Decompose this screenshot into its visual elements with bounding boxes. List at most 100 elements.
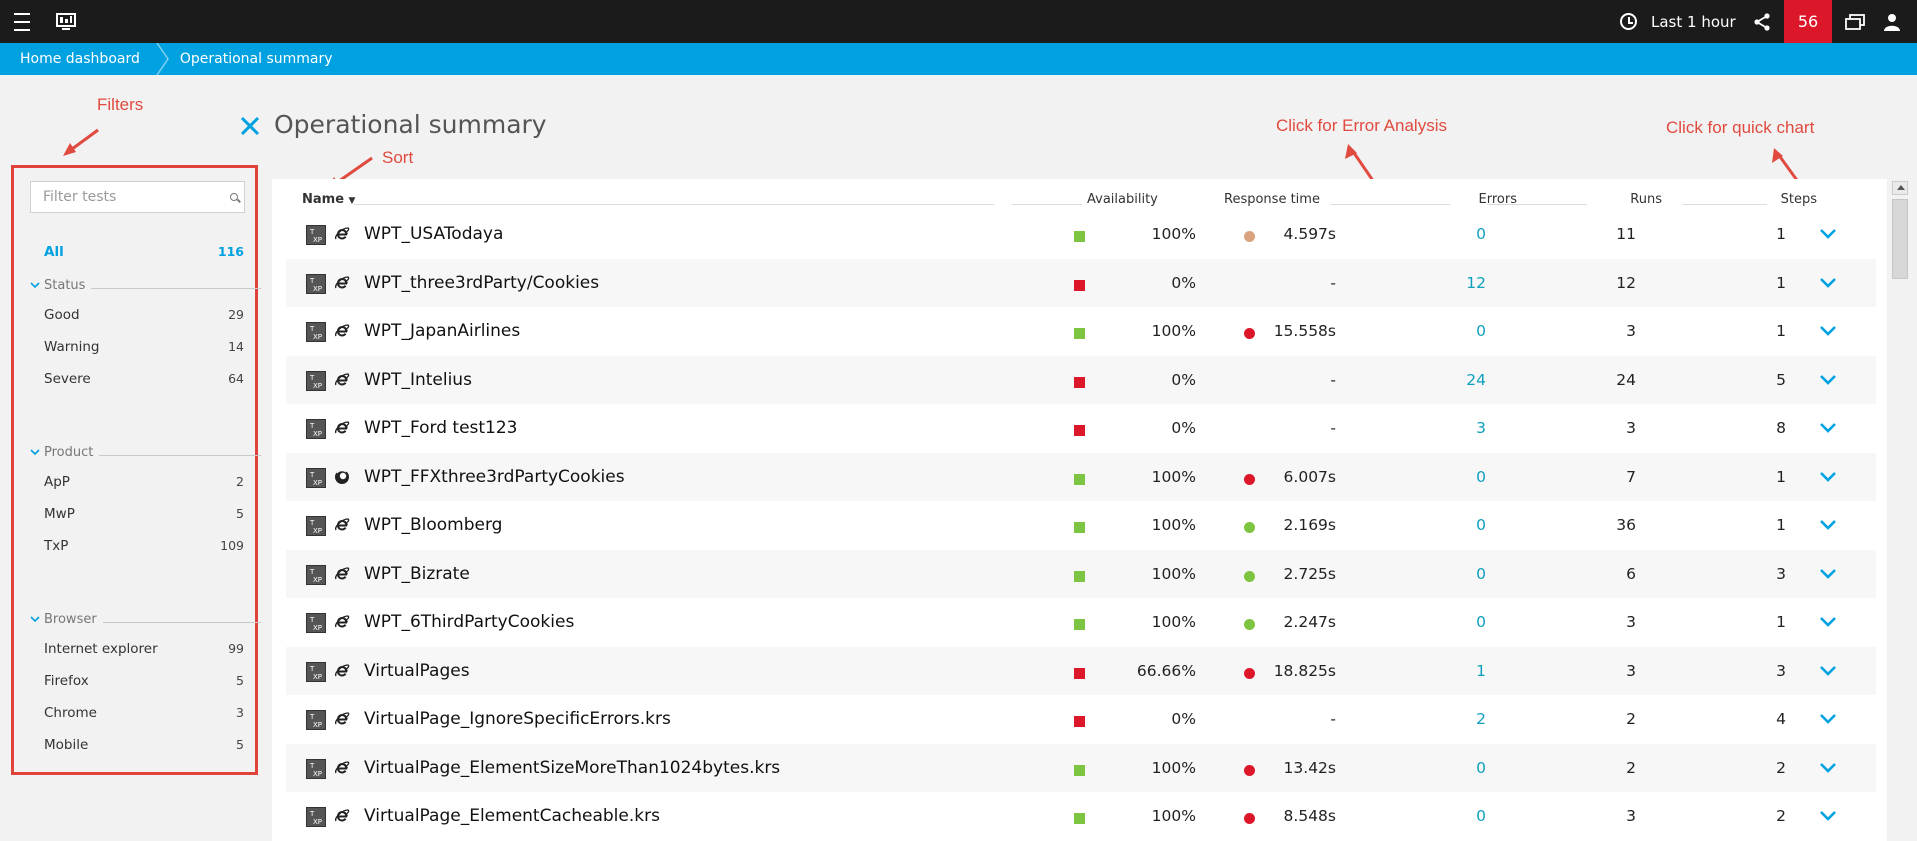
chevron-down-icon[interactable] bbox=[1818, 324, 1838, 338]
scroll-up-arrow-icon[interactable] bbox=[1892, 181, 1908, 195]
test-name[interactable]: WPT_6ThirdPartyCookies bbox=[364, 612, 574, 632]
close-icon[interactable] bbox=[240, 116, 260, 136]
scroll-thumb[interactable] bbox=[1892, 199, 1908, 279]
chevron-down-icon[interactable] bbox=[1818, 664, 1838, 678]
test-name[interactable]: WPT_Bizrate bbox=[364, 564, 470, 584]
errors-link[interactable]: 0 bbox=[1386, 322, 1486, 340]
table-row[interactable]: T XP WPT_Ford test123 0% - 3 3 8 bbox=[286, 404, 1876, 452]
page-title: Operational summary bbox=[274, 110, 547, 139]
filter-group-status[interactable]: Status bbox=[30, 276, 261, 294]
column-header-availability[interactable]: Availability bbox=[1087, 192, 1158, 207]
chevron-down-icon[interactable] bbox=[1818, 518, 1838, 532]
availability-value: 100% bbox=[1151, 807, 1196, 825]
errors-link[interactable]: 1 bbox=[1386, 662, 1486, 680]
errors-link[interactable]: 12 bbox=[1386, 274, 1486, 292]
filters-arrow bbox=[67, 128, 99, 154]
problems-count-badge[interactable]: 56 bbox=[1784, 0, 1832, 43]
txp-product-icon: T XP bbox=[306, 613, 326, 633]
table-row[interactable]: T XP VirtualPage_ElementSizeMoreThan1024by… bbox=[286, 743, 1876, 792]
test-name[interactable]: VirtualPage_IgnoreSpecificErrors.krs bbox=[364, 709, 671, 729]
filter-group-browser[interactable]: Browser bbox=[30, 610, 261, 628]
share-icon[interactable] bbox=[1750, 0, 1774, 43]
availability-value: 0% bbox=[1171, 710, 1196, 728]
chevron-down-icon[interactable] bbox=[1818, 615, 1838, 629]
filter-group-product[interactable]: Product bbox=[30, 443, 261, 461]
response-time-value: 4.597s bbox=[1283, 225, 1336, 243]
filter-all[interactable]: All 116 bbox=[44, 244, 244, 260]
windows-icon[interactable] bbox=[1843, 0, 1867, 43]
user-icon[interactable] bbox=[1880, 0, 1904, 43]
chevron-down-icon[interactable] bbox=[1818, 276, 1838, 290]
chevron-down-icon[interactable] bbox=[1818, 421, 1838, 435]
filter-item-severe[interactable]: Severe 64 bbox=[44, 371, 244, 387]
hamburger-menu-icon[interactable] bbox=[10, 0, 34, 43]
test-name[interactable]: VirtualPages bbox=[364, 661, 470, 681]
chevron-down-icon[interactable] bbox=[1818, 712, 1838, 726]
table-row[interactable]: T XP WPT_JapanAirlines 100% 15.558s 0 3 1 bbox=[286, 307, 1876, 355]
test-name[interactable]: WPT_Intelius bbox=[364, 370, 472, 390]
steps-value: 2 bbox=[1776, 807, 1786, 825]
errors-link[interactable]: 0 bbox=[1386, 759, 1486, 777]
errors-link[interactable]: 0 bbox=[1386, 468, 1486, 486]
errors-link[interactable]: 24 bbox=[1386, 371, 1486, 389]
table-row[interactable]: T XP WPT_Bizrate 100% 2.725s 0 6 3 bbox=[286, 549, 1876, 598]
filter-item-chrome[interactable]: Chrome 3 bbox=[44, 705, 244, 721]
test-name[interactable]: VirtualPage_ElementSizeMoreThan1024bytes… bbox=[364, 758, 780, 778]
runs-value: 3 bbox=[1626, 419, 1636, 437]
table-row[interactable]: T XP VirtualPages 66.66% 18.825s 1 3 3 bbox=[286, 646, 1876, 695]
txp-product-icon: T XP bbox=[306, 370, 326, 391]
test-name[interactable]: WPT_Bloomberg bbox=[364, 515, 502, 535]
errors-link[interactable]: 3 bbox=[1386, 419, 1486, 437]
chevron-down-icon[interactable] bbox=[1818, 373, 1838, 387]
availability-status-icon bbox=[1074, 425, 1085, 436]
filter-item-warning[interactable]: Warning 14 bbox=[44, 339, 244, 355]
chevron-down-icon[interactable] bbox=[1818, 809, 1838, 823]
table-row[interactable]: T XP WPT_USATodaya 100% 4.597s 0 11 1 bbox=[286, 210, 1876, 258]
chevron-down-icon[interactable] bbox=[1818, 470, 1838, 484]
table-row[interactable]: T XP VirtualPage_ElementCacheable.krs 100% 8… bbox=[286, 792, 1876, 840]
table-row[interactable]: T XP WPT_Bloomberg 100% 2.169s 0 36 1 bbox=[286, 501, 1876, 549]
chevron-down-icon[interactable] bbox=[1818, 227, 1838, 241]
breadcrumb-home[interactable]: Home dashboard bbox=[0, 43, 156, 75]
timeframe-selector[interactable]: Last 1 hour bbox=[1620, 0, 1736, 43]
errors-link[interactable]: 0 bbox=[1386, 516, 1486, 534]
filter-item-mwp[interactable]: MwP 5 bbox=[44, 506, 244, 522]
errors-link[interactable]: 0 bbox=[1386, 613, 1486, 631]
filter-item-txp[interactable]: TxP 109 bbox=[44, 538, 244, 554]
column-header-name[interactable]: Name ▼ bbox=[302, 192, 355, 207]
filter-tests-input[interactable] bbox=[31, 182, 244, 212]
test-name[interactable]: WPT_JapanAirlines bbox=[364, 321, 520, 341]
errors-link[interactable]: 0 bbox=[1386, 565, 1486, 583]
monitor-icon[interactable] bbox=[54, 0, 78, 43]
table-row[interactable]: T XP WPT_Intelius 0% - 24 24 5 bbox=[286, 355, 1876, 404]
errors-link[interactable]: 0 bbox=[1386, 225, 1486, 243]
test-name[interactable]: WPT_three3rdParty/Cookies bbox=[364, 273, 599, 293]
test-name[interactable]: WPT_Ford test123 bbox=[364, 418, 518, 438]
availability-value: 100% bbox=[1151, 467, 1196, 486]
filter-item-good[interactable]: Good 29 bbox=[44, 307, 244, 323]
table-row[interactable]: T XP WPT_three3rdParty/Cookies 0% - 12 12 1 bbox=[286, 258, 1876, 307]
column-header-steps[interactable]: Steps bbox=[1752, 192, 1817, 207]
table-row[interactable]: T XP WPT_6ThirdPartyCookies 100% 2.247s 0 3 1 bbox=[286, 598, 1876, 646]
table-row[interactable]: T XP VirtualPage_IgnoreSpecificErrors.krs 0… bbox=[286, 695, 1876, 743]
txp-product-icon: T XP bbox=[306, 661, 326, 682]
chevron-down-icon[interactable] bbox=[1818, 567, 1838, 581]
availability-status-icon bbox=[1074, 619, 1085, 630]
column-header-runs[interactable]: Runs bbox=[1602, 192, 1662, 207]
test-name[interactable]: WPT_USATodaya bbox=[364, 224, 503, 244]
filter-item-firefox[interactable]: Firefox 5 bbox=[44, 673, 244, 689]
test-name[interactable]: VirtualPage_ElementCacheable.krs bbox=[364, 806, 660, 826]
errors-link[interactable]: 2 bbox=[1386, 710, 1486, 728]
table-row[interactable]: T XP WPT_FFXthree3rdPartyCookies 100% 6.007s… bbox=[286, 452, 1876, 501]
runs-value: 7 bbox=[1626, 467, 1636, 486]
filter-item-internet-explorer[interactable]: Internet explorer 99 bbox=[44, 641, 244, 657]
runs-value: 2 bbox=[1626, 710, 1636, 728]
chevron-down-icon[interactable] bbox=[1818, 761, 1838, 775]
column-header-response-time[interactable]: Response time bbox=[1224, 192, 1320, 207]
filter-item-app[interactable]: ApP 2 bbox=[44, 474, 244, 490]
vertical-scrollbar[interactable] bbox=[1889, 177, 1911, 841]
response-time-value: - bbox=[1330, 370, 1336, 389]
filter-item-mobile[interactable]: Mobile 5 bbox=[44, 737, 244, 753]
errors-link[interactable]: 0 bbox=[1386, 807, 1486, 825]
test-name[interactable]: WPT_FFXthree3rdPartyCookies bbox=[364, 467, 625, 487]
